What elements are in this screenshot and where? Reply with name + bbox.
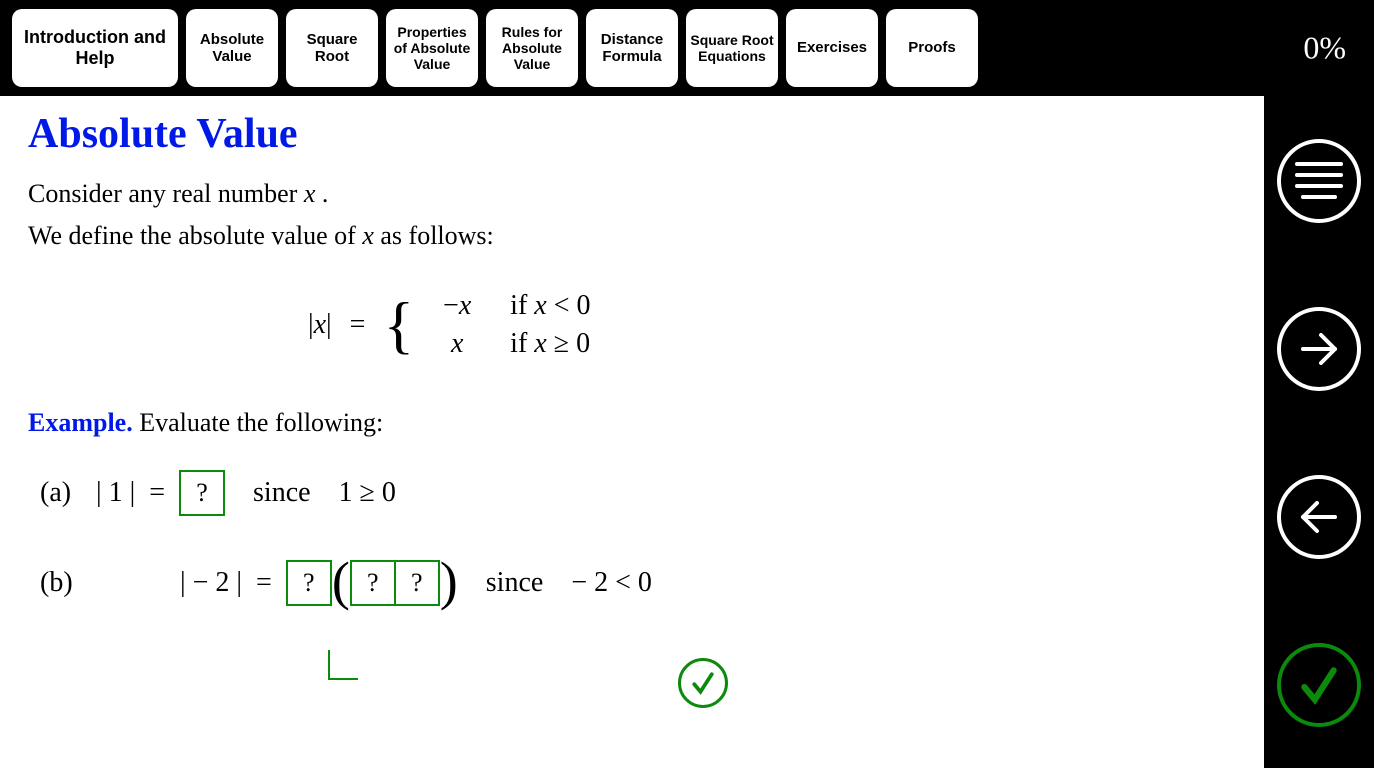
- example-a-since: since: [253, 477, 311, 509]
- arrow-left-icon: [1277, 475, 1361, 559]
- example-b-row: (b) | − 2 | = ? ( ? ? ) since − 2 < 0: [40, 560, 1236, 606]
- example-b-label: (b): [40, 567, 96, 599]
- nav-tab-rules-absolute-value[interactable]: Rules for Absolute Value: [486, 9, 578, 87]
- intro-line-1: Consider any real number x .: [28, 176, 1236, 212]
- intro-line-2-suffix: as follows:: [374, 221, 494, 250]
- check-button[interactable]: [1264, 600, 1374, 768]
- def-equals: =: [350, 309, 366, 341]
- progress-percent: 0%: [1303, 30, 1346, 67]
- def-lhs: |x|: [308, 309, 332, 341]
- right-sidebar: [1264, 96, 1374, 768]
- nav-tab-proofs[interactable]: Proofs: [886, 9, 978, 87]
- example-b-condition: − 2 < 0: [571, 567, 652, 599]
- absolute-value-definition: |x| = { −x if x < 0 x if x ≥ 0: [308, 287, 1236, 363]
- menu-icon: [1277, 139, 1361, 223]
- intro-line-2-text: We define the absolute value of: [28, 221, 362, 250]
- intro-line-2: We define the absolute value of x as fol…: [28, 218, 1236, 254]
- brace-icon: {: [383, 296, 414, 354]
- back-button[interactable]: [1264, 432, 1374, 600]
- example-b-answer-box-2[interactable]: ?: [350, 560, 396, 606]
- nav-tab-square-root[interactable]: Square Root: [286, 9, 378, 87]
- page-title: Absolute Value: [28, 110, 1236, 158]
- case1-condition: if x < 0: [510, 287, 590, 325]
- example-a-expr: | 1 |: [96, 477, 135, 509]
- inline-check-icon[interactable]: [678, 658, 728, 708]
- example-b-expr: | − 2 |: [180, 567, 242, 599]
- example-a-condition: 1 ≥ 0: [339, 477, 396, 509]
- intro-line-1-text: Consider any real number: [28, 179, 304, 208]
- example-b-answer-box-3[interactable]: ?: [394, 560, 440, 606]
- var-x: x: [304, 179, 316, 208]
- nav-tab-properties-absolute-value[interactable]: Properties of Absolute Value: [386, 9, 478, 87]
- example-a-equals: =: [149, 477, 165, 509]
- example-prompt: Evaluate the following:: [133, 408, 384, 437]
- check-icon: [1277, 643, 1361, 727]
- menu-button[interactable]: [1264, 96, 1374, 264]
- case1-value: −x: [432, 287, 482, 325]
- example-b-answer-box-1[interactable]: ?: [286, 560, 332, 606]
- case2-condition: if x ≥ 0: [510, 325, 590, 363]
- intro-line-1-suffix: .: [315, 179, 328, 208]
- nav-tab-distance-formula[interactable]: Distance Formula: [586, 9, 678, 87]
- example-a-label: (a): [40, 477, 96, 509]
- nav-tab-absolute-value[interactable]: Absolute Value: [186, 9, 278, 87]
- nav-tab-exercises[interactable]: Exercises: [786, 9, 878, 87]
- example-b-equals: =: [256, 567, 272, 599]
- example-b-since: since: [486, 567, 544, 599]
- case2-value: x: [432, 325, 482, 363]
- arrow-right-icon: [1277, 307, 1361, 391]
- var-x-2: x: [362, 221, 374, 250]
- partial-answer-box[interactable]: [328, 650, 358, 680]
- example-heading: Example. Evaluate the following:: [28, 408, 1236, 438]
- example-a-row: (a) | 1 | = ? since 1 ≥ 0: [40, 470, 1236, 516]
- top-nav-bar: Introduction and Help Absolute Value Squ…: [0, 0, 1374, 96]
- nav-tab-square-root-equations[interactable]: Square Root Equations: [686, 9, 778, 87]
- nav-tab-introduction[interactable]: Introduction and Help: [12, 9, 178, 87]
- example-a-answer-box[interactable]: ?: [179, 470, 225, 516]
- next-button[interactable]: [1264, 264, 1374, 432]
- example-label: Example.: [28, 408, 133, 437]
- content-area: Absolute Value Consider any real number …: [0, 96, 1264, 768]
